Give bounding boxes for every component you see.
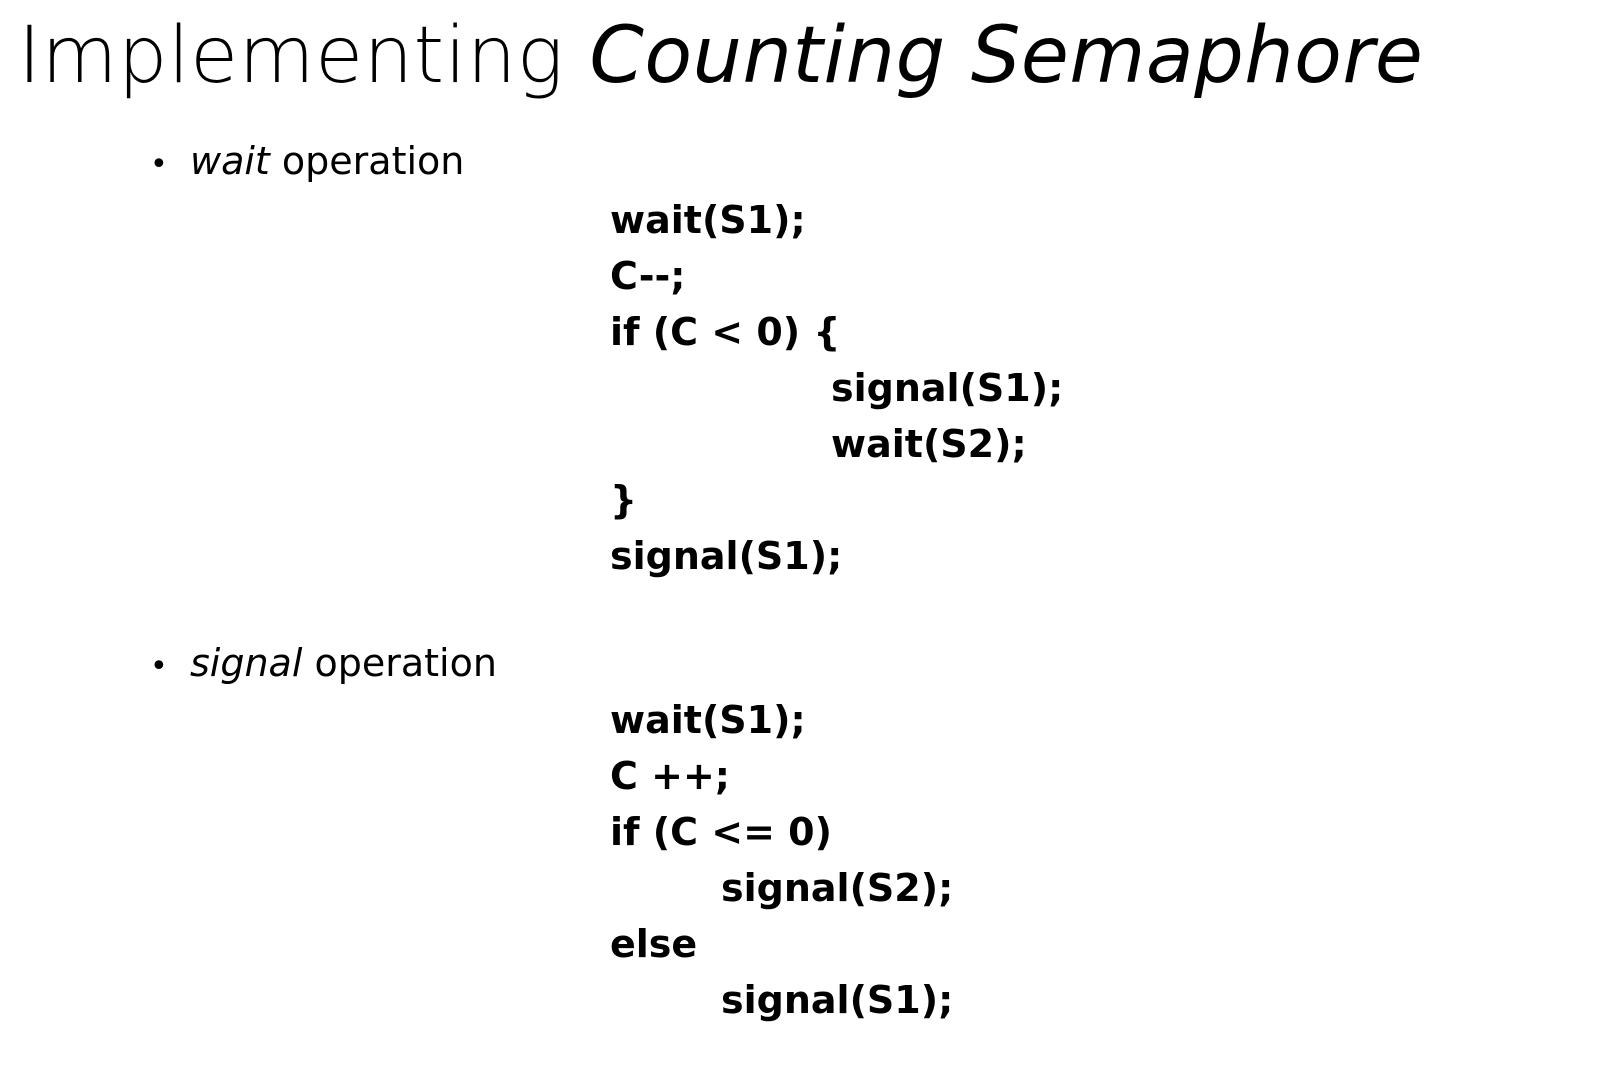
code-line: } — [610, 478, 638, 522]
bullet-dot: • — [150, 649, 168, 684]
bullet-dot: • — [150, 147, 168, 182]
code-line: if (C <= 0) — [610, 810, 832, 854]
code-line: signal(S1); — [831, 366, 1064, 410]
signal-operation-suffix: operation — [302, 641, 497, 685]
wait-operation-name: wait — [190, 139, 270, 183]
code-line: wait(S2); — [831, 422, 1027, 466]
code-line: if (C < 0) { — [610, 310, 841, 354]
signal-operation-name: signal — [190, 641, 303, 685]
code-line: C ++; — [610, 754, 730, 798]
title-emphasis: Counting Semaphore — [589, 11, 1424, 101]
code-line: wait(S1); — [610, 698, 806, 742]
code-line: signal(S2); — [721, 866, 954, 910]
wait-code-block: wait(S1); C--; if (C < 0) { signal(S1); … — [610, 192, 1063, 584]
signal-code-block: wait(S1); C ++; if (C <= 0) signal(S2); … — [610, 692, 953, 1028]
slide: Implementing Counting Semaphore • wait op… — [0, 0, 1599, 1087]
slide-title: Implementing Counting Semaphore — [18, 6, 1423, 106]
wait-operation-suffix: operation — [269, 139, 465, 183]
code-line: wait(S1); — [610, 198, 806, 242]
code-line: signal(S1); — [721, 978, 954, 1022]
title-prefix: Implementing — [18, 11, 590, 101]
code-line: C--; — [610, 254, 686, 298]
code-line: signal(S1); — [610, 534, 843, 578]
code-line: else — [610, 922, 698, 966]
bullet-signal-operation: • signal operation — [150, 638, 497, 692]
bullet-wait-operation: • wait operation — [150, 136, 464, 190]
